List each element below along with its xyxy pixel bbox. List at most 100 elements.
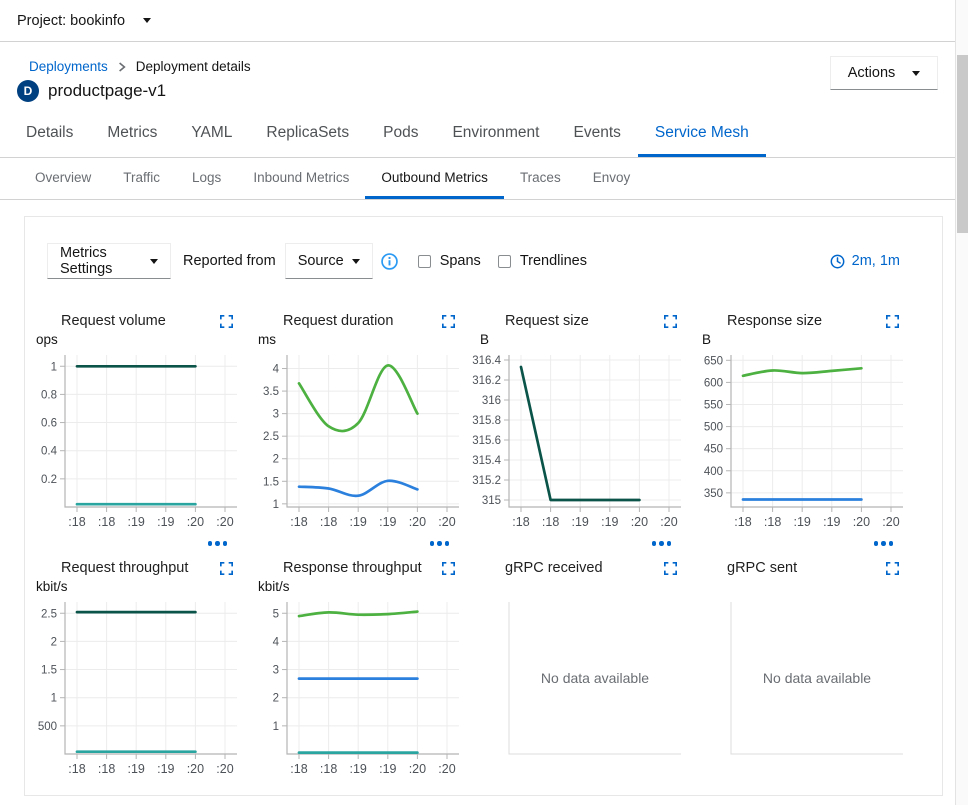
svg-text:650: 650 <box>704 355 723 367</box>
secondary-tabs: OverviewTrafficLogsInbound MetricsOutbou… <box>0 158 968 200</box>
tab-envoy[interactable]: Envoy <box>577 158 647 199</box>
chart-unit-label: B <box>697 332 909 349</box>
masthead: Project: bookinfo <box>0 0 968 42</box>
tab-outbound-metrics[interactable]: Outbound Metrics <box>365 158 504 199</box>
svg-text:1: 1 <box>273 720 279 732</box>
expand-icon[interactable] <box>220 315 233 328</box>
chart-grpc-sent: gRPC sent No data available <box>697 560 909 786</box>
more-options-icon[interactable] <box>31 541 243 546</box>
metrics-settings-dropdown[interactable]: Metrics Settings <box>47 243 171 279</box>
tab-environment[interactable]: Environment <box>435 112 556 157</box>
expand-icon[interactable] <box>664 562 677 575</box>
tab-metrics[interactable]: Metrics <box>90 112 174 157</box>
chart-unit-label <box>697 579 909 596</box>
tab-traffic[interactable]: Traffic <box>107 158 176 199</box>
reported-from-label: Reported from <box>183 253 276 269</box>
svg-text:4: 4 <box>273 364 280 376</box>
trendlines-checkbox[interactable]: Trendlines <box>498 253 587 269</box>
svg-text:315.4: 315.4 <box>472 455 501 467</box>
chart-header: gRPC received <box>475 560 687 579</box>
svg-text:2: 2 <box>273 692 279 704</box>
svg-text::18: :18 <box>98 515 115 529</box>
svg-text::18: :18 <box>290 762 307 776</box>
chart-title: gRPC received <box>505 560 603 576</box>
svg-text:0.2: 0.2 <box>41 474 57 486</box>
svg-text::18: :18 <box>98 762 115 776</box>
svg-text:316.2: 316.2 <box>472 375 501 387</box>
tab-events[interactable]: Events <box>556 112 637 157</box>
svg-text:1: 1 <box>51 361 57 373</box>
svg-text:3: 3 <box>273 664 279 676</box>
svg-text:3: 3 <box>273 409 279 421</box>
svg-text:4: 4 <box>273 636 280 648</box>
svg-text::19: :19 <box>350 762 367 776</box>
breadcrumb-item-deployments[interactable]: Deployments <box>29 59 108 74</box>
chevron-down-icon <box>150 259 158 264</box>
svg-text:550: 550 <box>704 399 723 411</box>
metrics-toolbar: Metrics Settings Reported from Source Sp… <box>25 217 942 279</box>
chart-plot: 11.522.533.54:18:18:19:19:20:20 <box>253 349 465 539</box>
expand-icon[interactable] <box>442 562 455 575</box>
svg-text::19: :19 <box>601 515 618 529</box>
tab-yaml[interactable]: YAML <box>174 112 249 157</box>
spans-checkbox[interactable]: Spans <box>418 253 481 269</box>
tab-service-mesh[interactable]: Service Mesh <box>638 112 766 157</box>
breadcrumb-item-deployment-details: Deployment details <box>136 59 251 74</box>
more-options-icon[interactable] <box>475 541 687 546</box>
chart-unit-label: ops <box>31 332 243 349</box>
svg-text::20: :20 <box>853 515 870 529</box>
tab-inbound-metrics[interactable]: Inbound Metrics <box>237 158 365 199</box>
svg-text::19: :19 <box>157 515 174 529</box>
chart-request-size: Request sizeB315315.2315.4315.6315.83163… <box>475 313 687 546</box>
chart-request-throughput: Request throughputkbit/s50011.522.5:18:1… <box>31 560 243 786</box>
chart-unit-label: kbit/s <box>31 579 243 596</box>
svg-text:2.5: 2.5 <box>263 431 279 443</box>
svg-text:315: 315 <box>482 495 501 507</box>
duration-link[interactable]: 2m, 1m <box>830 253 900 269</box>
svg-text::18: :18 <box>320 515 337 529</box>
chart-header: Response throughput <box>253 560 465 579</box>
svg-text::20: :20 <box>409 515 426 529</box>
tab-traces[interactable]: Traces <box>504 158 577 199</box>
svg-text::18: :18 <box>68 515 85 529</box>
chart-title: Response size <box>727 313 822 329</box>
expand-icon[interactable] <box>886 315 899 328</box>
checkbox-box <box>498 255 511 268</box>
actions-button[interactable]: Actions <box>830 56 938 90</box>
svg-text::19: :19 <box>572 515 589 529</box>
svg-text:2: 2 <box>51 636 57 648</box>
source-dropdown-value: Source <box>298 253 344 269</box>
info-icon[interactable] <box>381 253 398 270</box>
chart-title: Response throughput <box>283 560 422 576</box>
svg-text:315.8: 315.8 <box>472 415 501 427</box>
chart-request-duration: Request durationms11.522.533.54:18:18:19… <box>253 313 465 546</box>
tab-overview[interactable]: Overview <box>19 158 107 199</box>
expand-icon[interactable] <box>664 315 677 328</box>
more-options-icon[interactable] <box>697 541 909 546</box>
expand-icon[interactable] <box>442 315 455 328</box>
chart-header: Request throughput <box>31 560 243 579</box>
scrollbar-thumb[interactable] <box>957 55 968 233</box>
svg-text:1: 1 <box>273 499 279 511</box>
tab-replicasets[interactable]: ReplicaSets <box>249 112 366 157</box>
project-selector[interactable]: Project: bookinfo <box>17 13 151 29</box>
chart-title: gRPC sent <box>727 560 797 576</box>
svg-text::20: :20 <box>216 515 233 529</box>
chart-response-throughput: Response throughputkbit/s12345:18:18:19:… <box>253 560 465 786</box>
chart-header: Request volume <box>31 313 243 332</box>
svg-text::19: :19 <box>379 762 396 776</box>
expand-icon[interactable] <box>886 562 899 575</box>
tab-logs[interactable]: Logs <box>176 158 237 199</box>
chart-title: Request size <box>505 313 589 329</box>
chart-plot: 0.20.40.60.81:18:18:19:19:20:20 <box>31 349 243 539</box>
more-options-icon[interactable] <box>253 541 465 546</box>
expand-icon[interactable] <box>220 562 233 575</box>
source-dropdown[interactable]: Source <box>285 243 373 279</box>
svg-text:1.5: 1.5 <box>41 664 57 676</box>
chart-header: Request size <box>475 313 687 332</box>
svg-text::20: :20 <box>631 515 648 529</box>
vertical-scrollbar[interactable] <box>955 0 968 805</box>
tab-pods[interactable]: Pods <box>366 112 435 157</box>
tab-details[interactable]: Details <box>9 112 90 157</box>
chart-unit-label: ms <box>253 332 465 349</box>
